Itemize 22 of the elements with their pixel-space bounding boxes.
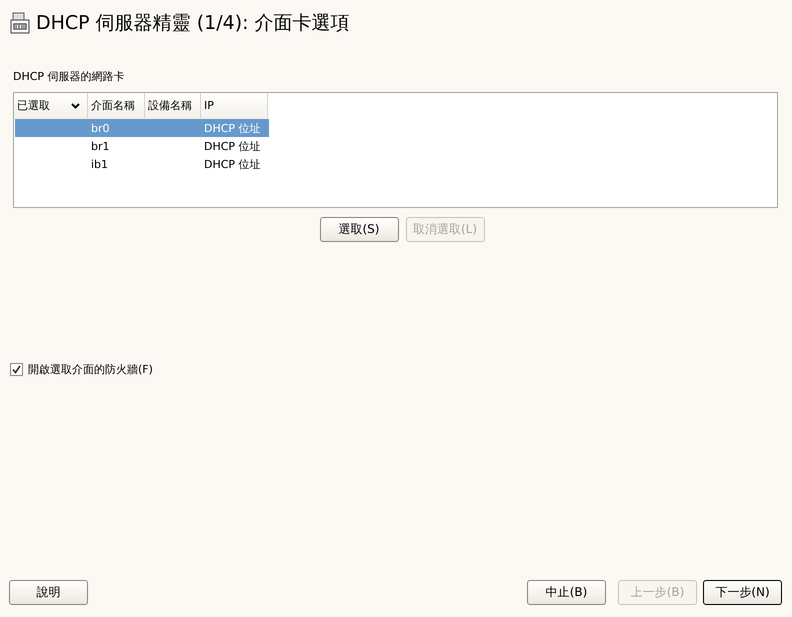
table-label: DHCP 伺服器的網路卡 <box>13 69 126 84</box>
select-button[interactable]: 選取(S) <box>320 217 398 242</box>
table-cell-text: DHCP 位址 <box>203 138 262 154</box>
column-header[interactable]: 已選取 <box>14 93 88 118</box>
sort-chevron-icon <box>71 102 80 108</box>
firewall-checkbox[interactable] <box>10 363 23 376</box>
column-header[interactable]: IP <box>201 93 268 118</box>
table-cell-text: br0 <box>90 122 111 134</box>
server-icon <box>10 12 30 34</box>
window-title: DHCP 伺服器精靈 (1/4): 介面卡選項 <box>36 11 350 36</box>
table-cell-text: DHCP 位址 <box>203 120 262 136</box>
table-cell-text: DHCP 位址 <box>203 156 262 172</box>
table-row[interactable]: ib1 DHCP 位址 <box>15 155 269 173</box>
table-cell-text: ib1 <box>90 158 110 170</box>
help-button[interactable]: 說明 <box>9 580 88 605</box>
table-row[interactable]: br1 DHCP 位址 <box>15 137 269 155</box>
checkbox-label: 開啟選取介面的防火牆(F) <box>28 362 153 377</box>
column-header[interactable]: 介面名稱 <box>88 93 145 118</box>
abort-button[interactable]: 中止(B) <box>527 580 606 605</box>
table-cell-text: br1 <box>90 140 111 152</box>
next-button[interactable]: 下一步(N) <box>703 580 782 605</box>
column-header[interactable]: 設備名稱 <box>145 93 201 118</box>
